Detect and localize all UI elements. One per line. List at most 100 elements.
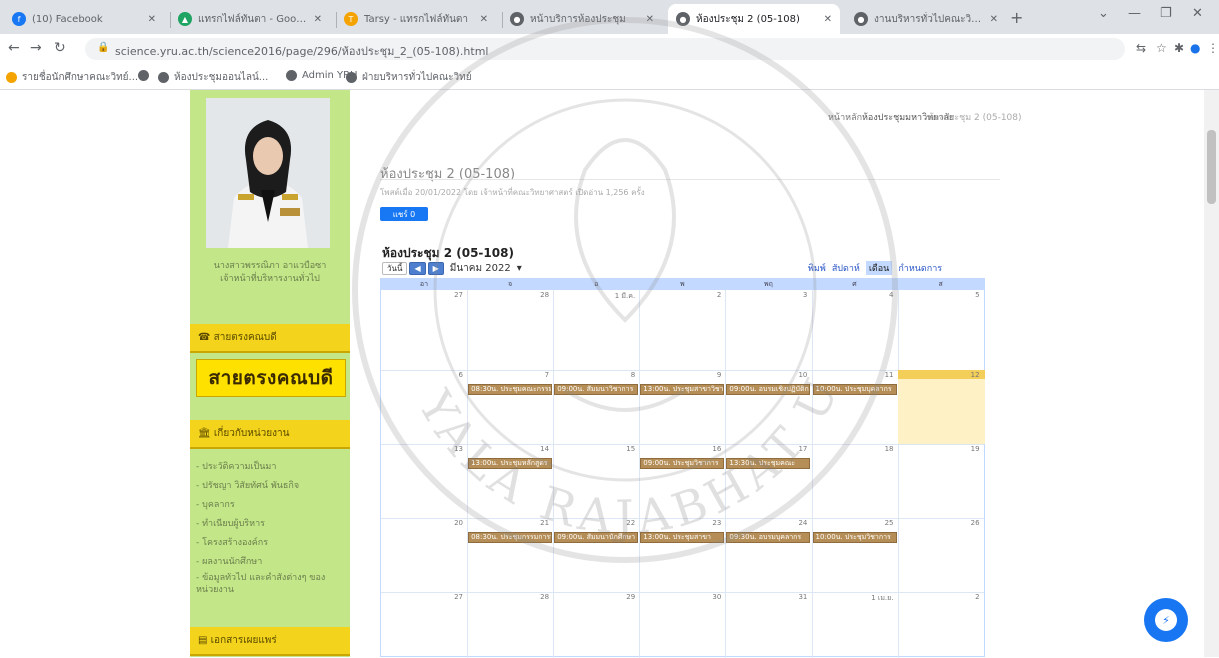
day-number[interactable]: 20 bbox=[383, 519, 463, 527]
close-tab-icon[interactable]: ✕ bbox=[990, 14, 998, 25]
prev-month-button[interactable]: ◀ bbox=[409, 261, 426, 275]
day-number[interactable]: 3 bbox=[727, 291, 807, 299]
sidebar-link[interactable]: - โครงสร้างองค์กร bbox=[196, 534, 346, 553]
breadcrumb-home[interactable]: หน้าหลัก bbox=[828, 110, 862, 124]
tab-facebook[interactable]: f (10) Facebook ✕ bbox=[4, 4, 164, 34]
day-number[interactable]: 23 bbox=[641, 519, 721, 527]
today-button[interactable]: วันนี้ bbox=[382, 261, 408, 275]
day-number[interactable]: 18 bbox=[814, 445, 894, 453]
day-number[interactable]: 22 bbox=[555, 519, 635, 527]
month-label[interactable]: มีนาคม 2022 bbox=[450, 261, 511, 276]
day-number[interactable]: 15 bbox=[555, 445, 635, 453]
tab-room-service[interactable]: ● หน้าบริการห้องประชุม ✕ bbox=[502, 4, 662, 34]
day-number[interactable]: 6 bbox=[383, 371, 463, 379]
address-bar[interactable]: 🔒 science.yru.ac.th/science2016/page/296… bbox=[85, 38, 1125, 60]
day-number[interactable]: 27 bbox=[383, 291, 463, 299]
new-tab-button[interactable]: + bbox=[1010, 8, 1023, 27]
bookmark-item[interactable]: ห้องประชุมออนไลน์... bbox=[158, 70, 268, 85]
messenger-chat-button[interactable]: ⚡ bbox=[1144, 598, 1188, 642]
day-number[interactable]: 8 bbox=[555, 371, 635, 379]
maximize-icon[interactable]: ❐ bbox=[1160, 6, 1172, 21]
bookmark-item[interactable] bbox=[138, 70, 154, 81]
day-number[interactable]: 17 bbox=[727, 445, 807, 453]
minimize-icon[interactable]: — bbox=[1128, 6, 1141, 21]
facebook-share-button[interactable]: แชร์ 0 bbox=[380, 207, 428, 221]
day-number[interactable]: 14 bbox=[469, 445, 549, 453]
month-tab[interactable]: เดือน bbox=[865, 261, 893, 275]
day-number[interactable]: 25 bbox=[814, 519, 894, 527]
extensions-icon[interactable]: ✱ bbox=[1174, 41, 1184, 55]
day-number[interactable]: 28 bbox=[469, 291, 549, 299]
calendar-event[interactable]: 10:00น. ประชุมบุคลากร bbox=[812, 384, 897, 395]
day-number[interactable]: 11 bbox=[814, 371, 894, 379]
reload-icon[interactable]: ↻ bbox=[54, 40, 66, 56]
calendar-event[interactable]: 13:00น. ประชุมสาขาวิชา bbox=[640, 384, 725, 395]
close-tab-icon[interactable]: ✕ bbox=[314, 14, 322, 25]
day-number[interactable]: 24 bbox=[727, 519, 807, 527]
tab-google-drive[interactable]: ▲ แทรกไฟล์ทันตา - Google ไดรฟ์ ✕ bbox=[170, 4, 330, 34]
day-number[interactable]: 29 bbox=[555, 593, 635, 601]
next-month-button[interactable]: ▶ bbox=[427, 261, 444, 275]
sidebar-link[interactable]: - ทำเนียบผู้บริหาร bbox=[196, 515, 346, 534]
week-tab[interactable]: สัปดาห์ bbox=[832, 261, 860, 275]
day-number[interactable]: 2 bbox=[900, 593, 979, 601]
close-tab-icon[interactable]: ✕ bbox=[148, 14, 156, 25]
day-number[interactable]: 2 bbox=[641, 291, 721, 299]
close-tab-icon[interactable]: ✕ bbox=[480, 14, 488, 25]
bookmark-item[interactable]: ฝ่ายบริหารทั่วไปคณะวิทย์ bbox=[346, 70, 472, 85]
tab-general-admin[interactable]: ● งานบริหารทั่วไปคณะวิทยาศาสตร์ ✕ bbox=[846, 4, 1006, 34]
sidebar-link[interactable]: - บุคลากร bbox=[196, 496, 346, 515]
calendar-event[interactable]: 09:00น. สัมมนานักศึกษา bbox=[554, 532, 639, 543]
calendar-event[interactable]: 13:00น. ประชุมหลักสูตร bbox=[468, 458, 553, 469]
day-number[interactable]: 30 bbox=[641, 593, 721, 601]
menu-icon[interactable]: ⋮ bbox=[1207, 41, 1219, 55]
star-icon[interactable]: ☆ bbox=[1156, 41, 1167, 55]
sidebar-link[interactable]: - ผลงานนักศึกษา bbox=[196, 553, 346, 572]
day-number[interactable]: 7 bbox=[469, 371, 549, 379]
day-number[interactable]: 21 bbox=[469, 519, 549, 527]
day-number[interactable]: 9 bbox=[641, 371, 721, 379]
calendar-event[interactable]: 13:30น. ประชุมคณะ bbox=[726, 458, 811, 469]
day-number[interactable]: 1 เม.ย. bbox=[814, 593, 893, 604]
calendar-event[interactable]: 09:00น. อบรมเชิงปฏิบัติการ bbox=[726, 384, 811, 395]
day-number[interactable]: 1 มี.ค. bbox=[555, 291, 635, 302]
day-number[interactable]: 31 bbox=[727, 593, 807, 601]
agenda-tab[interactable]: กำหนดการ bbox=[898, 261, 942, 275]
calendar-event[interactable]: 09:00น. ประชุมวิชาการ bbox=[640, 458, 725, 469]
sidebar-link[interactable]: - ปรัชญา วิสัยทัศน์ พันธกิจ bbox=[196, 477, 346, 496]
print-button[interactable]: พิมพ์ bbox=[808, 261, 826, 275]
calendar-event[interactable]: 10:00น. ประชุมวิชาการ bbox=[812, 532, 897, 543]
calendar-event[interactable]: 09:30น. อบรมบุคลากร bbox=[726, 532, 811, 543]
calendar-event[interactable]: 08:30น. ประชุมคณะกรรมการ bbox=[468, 384, 553, 395]
day-number[interactable]: 10 bbox=[727, 371, 807, 379]
tab-tarsy[interactable]: T Tarsy - แทรกไฟล์ทันตา ✕ bbox=[336, 4, 496, 34]
tab-meeting-room-2[interactable]: ● ห้องประชุม 2 (05-108) ✕ bbox=[668, 4, 840, 34]
tab-search-icon[interactable]: ⌄ bbox=[1098, 6, 1109, 21]
chevron-down-icon[interactable]: ▾ bbox=[517, 263, 522, 274]
dean-hotline-banner[interactable]: สายตรงคณบดี bbox=[196, 359, 346, 397]
today-cell[interactable] bbox=[897, 370, 985, 444]
sidebar-link[interactable]: - ประวัติความเป็นมา bbox=[196, 458, 346, 477]
day-number[interactable]: 4 bbox=[814, 291, 893, 299]
close-tab-icon[interactable]: ✕ bbox=[824, 14, 832, 25]
close-window-icon[interactable]: ✕ bbox=[1192, 6, 1203, 21]
close-tab-icon[interactable]: ✕ bbox=[646, 14, 654, 25]
day-number[interactable]: 27 bbox=[383, 593, 463, 601]
day-number[interactable]: 12 bbox=[900, 371, 980, 379]
back-icon[interactable]: ← bbox=[8, 40, 20, 56]
translate-icon[interactable]: ⇆ bbox=[1136, 41, 1146, 55]
calendar-event[interactable]: 13:00น. ประชุมสาขา bbox=[640, 532, 725, 543]
bookmark-item[interactable]: รายชื่อนักศึกษาคณะวิทย์... bbox=[6, 70, 138, 85]
profile-icon[interactable]: ● bbox=[1190, 41, 1200, 55]
day-number[interactable]: 19 bbox=[900, 445, 980, 453]
day-number[interactable]: 16 bbox=[641, 445, 721, 453]
day-number[interactable]: 5 bbox=[900, 291, 979, 299]
scrollbar-thumb[interactable] bbox=[1207, 130, 1216, 204]
day-number[interactable]: 28 bbox=[469, 593, 549, 601]
calendar-event[interactable]: 09:00น. สัมมนาวิชาการ bbox=[554, 384, 639, 395]
sidebar-link[interactable]: - ข้อมูลทั่วไป และคำสั่งต่างๆ ของหน่วยงา… bbox=[196, 572, 346, 596]
day-number[interactable]: 13 bbox=[383, 445, 463, 453]
forward-icon[interactable]: → bbox=[30, 40, 42, 56]
day-number[interactable]: 26 bbox=[900, 519, 980, 527]
calendar-event[interactable]: 08:30น. ประชุมกรรมการประจำคณะ bbox=[468, 532, 553, 543]
